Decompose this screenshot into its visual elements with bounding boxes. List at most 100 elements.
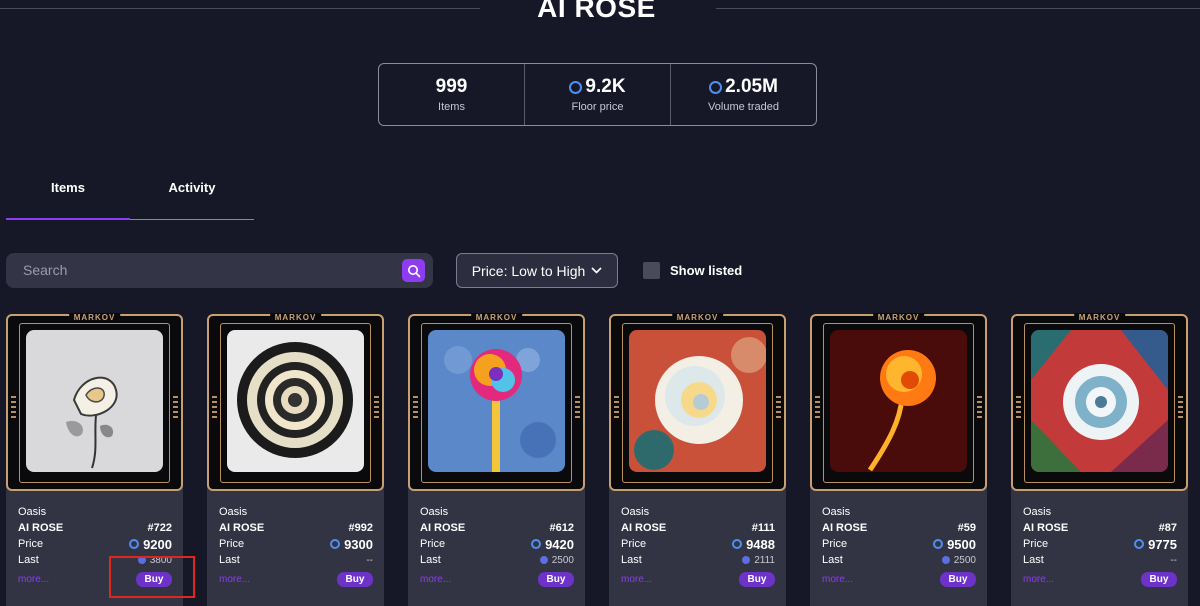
card-name: AI ROSE xyxy=(18,522,64,534)
card-collection: Oasis xyxy=(1023,506,1052,518)
card-last-price: 2111 xyxy=(754,554,775,566)
search-input[interactable] xyxy=(23,262,393,278)
coin-icon xyxy=(933,539,944,549)
frame-stripes xyxy=(1178,396,1183,420)
collection-title: AI ROSE xyxy=(537,0,656,23)
frame-stripes xyxy=(614,396,619,420)
view-tabs: Items Activity xyxy=(6,168,256,220)
card-last-price: -- xyxy=(366,554,373,566)
sort-label: Price: Low to High xyxy=(471,262,586,279)
card-name: AI ROSE xyxy=(420,522,466,534)
buy-button[interactable]: Buy xyxy=(337,572,373,587)
nft-card[interactable]: MARKOV Oasis AI ROSE #87 Price 9775 Last --… xyxy=(1011,313,1188,606)
card-info: Oasis AI ROSE #87 Price 9775 Last -- xyxy=(1023,504,1177,568)
card-collection: Oasis xyxy=(219,506,248,518)
stat-items-value: 999 xyxy=(435,76,468,97)
more-link[interactable]: more... xyxy=(822,574,853,585)
brand-label: MARKOV xyxy=(671,313,724,322)
coin-icon xyxy=(539,556,548,564)
card-id: #612 xyxy=(549,522,574,534)
card-id: #59 xyxy=(957,522,976,534)
tab-items[interactable]: Items xyxy=(6,168,130,220)
stat-volume-label: Volume traded xyxy=(708,101,779,113)
card-frame: MARKOV xyxy=(1011,313,1188,491)
frame-stripes xyxy=(413,396,418,420)
card-price: 9420 xyxy=(545,536,574,552)
price-label: Price xyxy=(822,538,848,550)
more-link[interactable]: more... xyxy=(219,574,250,585)
card-name: AI ROSE xyxy=(621,522,667,534)
stat-items: 999 Items xyxy=(379,64,525,125)
card-price: 9200 xyxy=(143,536,172,552)
search-icon xyxy=(407,264,420,277)
price-label: Price xyxy=(219,538,245,550)
show-listed-checkbox[interactable] xyxy=(643,262,660,279)
stat-items-label: Items xyxy=(438,101,465,113)
card-price: 9775 xyxy=(1148,536,1177,552)
frame-stripes xyxy=(815,396,820,420)
nft-card[interactable]: MARKOV Oasis AI ROSE #992 Price 9300 Last -… xyxy=(207,313,384,606)
nft-image[interactable] xyxy=(1031,330,1168,472)
coin-icon xyxy=(330,539,341,549)
card-info: Oasis AI ROSE #59 Price 9500 Last 2500 xyxy=(822,504,976,568)
nft-card[interactable]: MARKOV Oasis AI ROSE #59 Price 9500 Last 25… xyxy=(810,313,987,606)
coin-icon xyxy=(732,539,743,549)
price-label: Price xyxy=(621,538,647,550)
card-frame: MARKOV xyxy=(207,313,384,491)
stats-panel: 999 Items 9.2K Floor price 2.05M Volume … xyxy=(378,63,817,126)
frame-stripes xyxy=(212,396,217,420)
nft-image[interactable] xyxy=(227,330,364,472)
card-id: #722 xyxy=(147,522,172,534)
nft-image[interactable] xyxy=(26,330,163,472)
nft-image[interactable] xyxy=(830,330,967,472)
card-collection: Oasis xyxy=(621,506,650,518)
buy-button[interactable]: Buy xyxy=(739,572,775,587)
stat-volume-value: 2.05M xyxy=(725,76,778,97)
show-listed-filter[interactable]: Show listed xyxy=(643,262,742,279)
card-collection: Oasis xyxy=(18,506,47,518)
card-frame: MARKOV xyxy=(609,313,786,491)
tab-activity[interactable]: Activity xyxy=(130,168,254,220)
card-name: AI ROSE xyxy=(822,522,868,534)
card-info: Oasis AI ROSE #612 Price 9420 Last 2500 xyxy=(420,504,574,568)
last-label: Last xyxy=(219,554,240,566)
nft-card[interactable]: MARKOV Oasis AI ROSE #612 Price 9420 Last 2… xyxy=(408,313,585,606)
stat-floor-label: Floor price xyxy=(571,101,624,113)
buy-button[interactable]: Buy xyxy=(1141,572,1177,587)
sort-dropdown[interactable]: Price: Low to High xyxy=(456,253,618,288)
search-button[interactable] xyxy=(402,259,425,282)
last-label: Last xyxy=(420,554,441,566)
card-frame: MARKOV xyxy=(408,313,585,491)
brand-label: MARKOV xyxy=(1073,313,1126,322)
brand-label: MARKOV xyxy=(470,313,523,322)
coin-icon xyxy=(742,556,751,564)
frame-stripes xyxy=(776,396,781,420)
price-label: Price xyxy=(18,538,44,550)
frame-stripes xyxy=(11,396,16,420)
brand-label: MARKOV xyxy=(269,313,322,322)
frame-stripes xyxy=(173,396,178,420)
more-link[interactable]: more... xyxy=(621,574,652,585)
frame-stripes xyxy=(374,396,379,420)
card-id: #992 xyxy=(348,522,373,534)
more-link[interactable]: more... xyxy=(420,574,451,585)
nft-card[interactable]: MARKOV Oasis AI ROSE #111 Price 9488 Last 2… xyxy=(609,313,786,606)
card-id: #87 xyxy=(1158,522,1177,534)
coin-icon xyxy=(941,556,950,564)
card-collection: Oasis xyxy=(420,506,449,518)
frame-stripes xyxy=(575,396,580,420)
coin-icon xyxy=(709,80,723,94)
price-label: Price xyxy=(1023,538,1049,550)
more-link[interactable]: more... xyxy=(18,574,49,585)
stat-floor-value: 9.2K xyxy=(585,76,626,97)
nft-image[interactable] xyxy=(428,330,565,472)
card-info: Oasis AI ROSE #992 Price 9300 Last -- xyxy=(219,504,373,568)
card-price: 9500 xyxy=(947,536,976,552)
last-label: Last xyxy=(18,554,39,566)
buy-button[interactable]: Buy xyxy=(940,572,976,587)
buy-button[interactable]: Buy xyxy=(538,572,574,587)
nft-image[interactable] xyxy=(629,330,766,472)
frame-stripes xyxy=(977,396,982,420)
more-link[interactable]: more... xyxy=(1023,574,1054,585)
chevron-down-icon xyxy=(591,267,602,274)
